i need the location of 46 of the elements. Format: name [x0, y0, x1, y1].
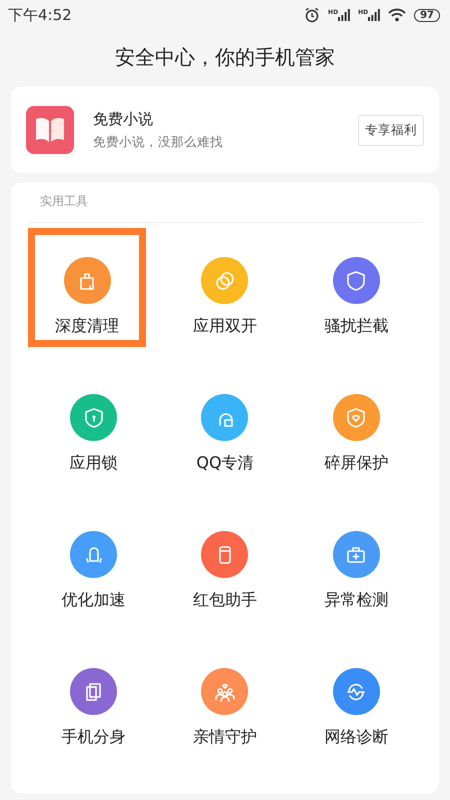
tool-label: 应用锁: [70, 453, 118, 474]
tool-item[interactable]: 骚扰拦截: [290, 223, 422, 360]
signal-icon: [338, 9, 350, 21]
tool-label: 手机分身: [62, 727, 126, 748]
tool-item[interactable]: 应用锁: [28, 360, 160, 497]
pulse-circle-icon: [332, 668, 380, 715]
medical-kit-icon: [332, 531, 380, 578]
tool-label: 碎屏保护: [324, 453, 388, 474]
circles-icon: [201, 257, 248, 304]
phones-icon: [70, 668, 118, 715]
tool-item[interactable]: QQ专清: [159, 360, 291, 497]
tool-item[interactable]: 应用双开: [159, 223, 291, 360]
tool-label: 应用双开: [192, 316, 257, 337]
tool-label: 骚扰拦截: [324, 316, 388, 337]
family-icon: [201, 668, 248, 715]
wifi-icon: [388, 8, 406, 22]
bag-icon: [64, 257, 110, 304]
bell-icon: [70, 531, 118, 578]
tool-label: 深度清理: [55, 316, 119, 337]
tool-item[interactable]: 异常检测: [290, 497, 422, 634]
tool-item[interactable]: 碎屏保护: [290, 360, 422, 497]
shield-icon: [332, 257, 380, 304]
tool-item[interactable]: 红包助手: [159, 497, 291, 634]
tool-label: 优化加速: [62, 590, 126, 611]
tool-label: 异常检测: [324, 590, 388, 611]
book-app-icon: [26, 106, 74, 154]
tool-label: 网络诊断: [324, 727, 388, 748]
tool-label: QQ专清: [196, 453, 254, 474]
alarm-icon: [304, 7, 320, 23]
tool-item[interactable]: 网络诊断: [290, 634, 422, 771]
cup-icon: [201, 531, 248, 578]
tool-item[interactable]: 优化加速: [28, 497, 160, 634]
promo-title: 免费小说: [93, 110, 154, 128]
tool-label: 亲情守护: [192, 727, 257, 748]
page-title: 安全中心，你的手机管家: [114, 44, 336, 71]
section-heading: 实用工具: [28, 183, 422, 223]
tool-item[interactable]: 手机分身: [28, 634, 160, 771]
status-time: 下午4:52: [8, 6, 72, 24]
tool-label: 红包助手: [192, 590, 257, 611]
perk-button[interactable]: 专享福利: [358, 114, 424, 146]
signal-icon: [368, 9, 380, 21]
tool-item[interactable]: 深度清理: [28, 228, 146, 347]
tool-item[interactable]: 亲情守护: [159, 634, 291, 771]
battery-level: 97: [414, 8, 440, 22]
promo-subtitle: 免费小说，没那么难找: [93, 134, 224, 150]
shield-lock-icon: [70, 394, 118, 441]
